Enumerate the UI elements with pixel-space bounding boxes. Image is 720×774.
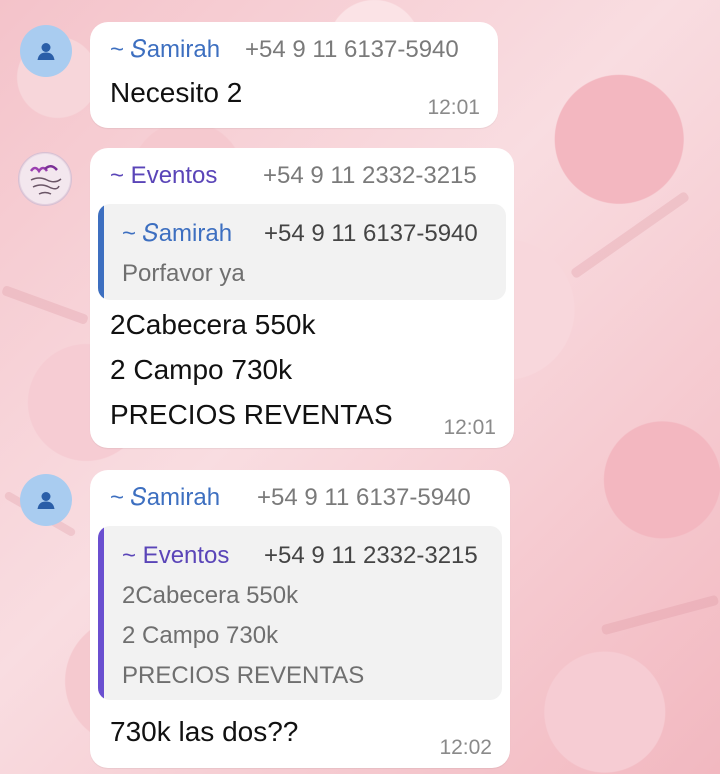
quote-sender: ~ Eventos: [122, 542, 230, 569]
background-branch: [569, 190, 691, 280]
sender-avatar[interactable]: [20, 474, 72, 526]
message-bubble[interactable]: ~ 𝑆amirah +54 9 11 6137-5940 Necesito 2 …: [90, 22, 498, 128]
quote-text: 2Cabecera 550k: [122, 582, 299, 609]
sender-avatar[interactable]: [20, 25, 72, 77]
message-text: Necesito 2: [110, 77, 243, 108]
background-branch: [1, 284, 89, 326]
message-time: 12:01: [427, 96, 480, 119]
reply-quote[interactable]: ~ Eventos +54 9 11 2332-3215 2Cabecera 5…: [98, 526, 502, 700]
message-text: 2 Campo 730k: [110, 354, 293, 385]
quote-text: PRECIOS REVENTAS: [122, 662, 365, 689]
message-time: 12:01: [443, 416, 496, 439]
quote-bar: [98, 204, 104, 300]
sender-name[interactable]: ~ Eventos: [110, 162, 217, 189]
sender-phone: +54 9 11 6137-5940: [245, 36, 459, 63]
quote-bar: [98, 526, 104, 700]
person-icon: [37, 492, 55, 509]
sender-name[interactable]: ~ 𝑆amirah: [110, 484, 220, 511]
message-text: PRECIOS REVENTAS: [110, 399, 393, 430]
sender-name[interactable]: ~ 𝑆amirah: [110, 36, 220, 63]
message-text: 730k las dos??: [110, 716, 299, 747]
message-time: 12:02: [439, 736, 492, 759]
background-branch: [600, 594, 720, 636]
message-bubble[interactable]: ~ 𝑆amirah +54 9 11 6137-5940 ~ Eventos +…: [90, 470, 510, 768]
sender-phone: +54 9 11 6137-5940: [257, 484, 471, 511]
sender-phone: +54 9 11 2332-3215: [263, 162, 477, 189]
group-avatar[interactable]: [18, 152, 72, 206]
message-text: 2Cabecera 550k: [110, 309, 316, 340]
quote-text: 2 Campo 730k: [122, 622, 279, 649]
person-icon: [37, 43, 55, 60]
quote-phone: +54 9 11 6137-5940: [264, 220, 478, 247]
quote-phone: +54 9 11 2332-3215: [264, 542, 478, 569]
quote-text: Porfavor ya: [122, 260, 245, 287]
quote-sender: ~ 𝑆amirah: [122, 220, 233, 247]
group-logo-icon: [20, 154, 70, 204]
reply-quote[interactable]: ~ 𝑆amirah +54 9 11 6137-5940 Porfavor ya: [98, 204, 506, 300]
message-bubble[interactable]: ~ Eventos +54 9 11 2332-3215 ~ 𝑆amirah +…: [90, 148, 514, 448]
